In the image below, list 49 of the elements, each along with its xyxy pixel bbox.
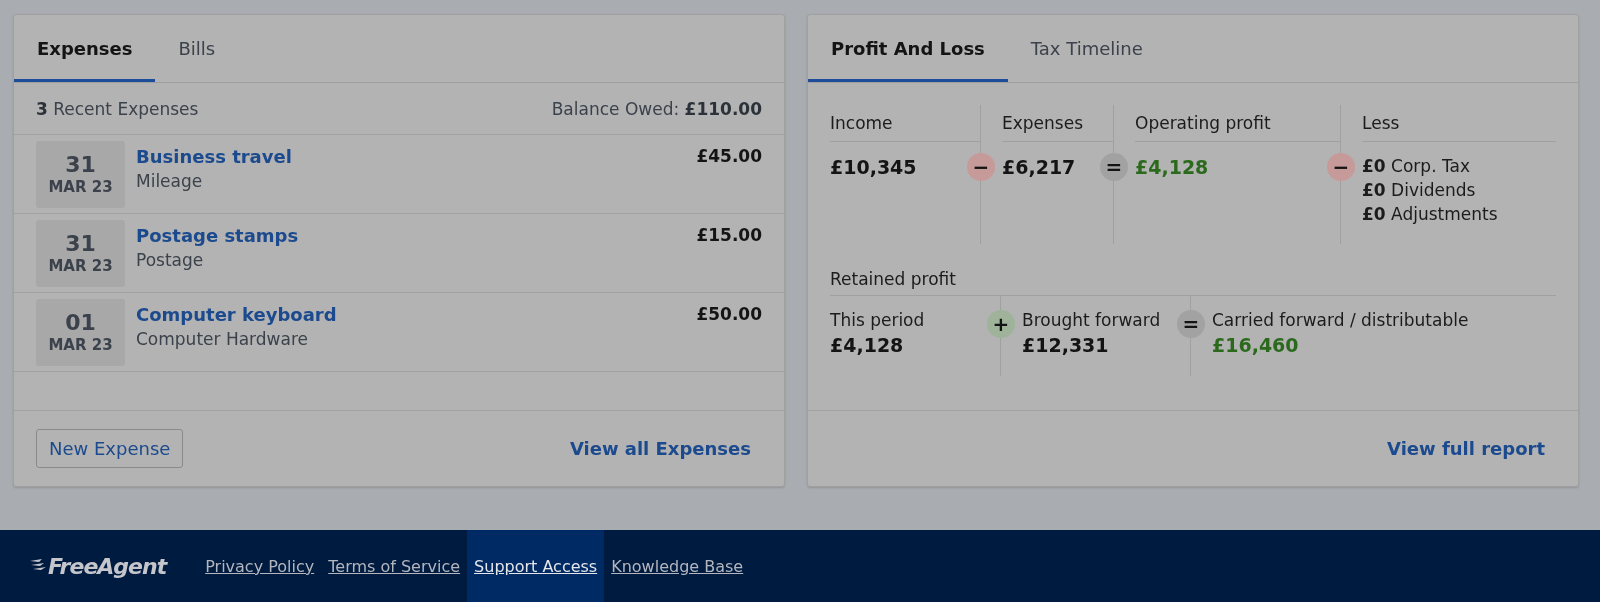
footer-link[interactable]: Terms of Service — [321, 530, 468, 602]
view-report-link[interactable]: View full report — [1387, 438, 1545, 459]
expense-amount: £15.00 — [696, 224, 762, 245]
date-badge: 01 MAR 23 — [36, 299, 125, 366]
expense-count: 3 Recent Expenses — [36, 98, 199, 119]
column-heading: Income — [830, 105, 980, 142]
minus-icon: − — [1327, 153, 1355, 181]
expense-link[interactable]: Postage stamps — [136, 225, 299, 246]
equals-icon: = — [1177, 310, 1205, 338]
expense-amount: £45.00 — [696, 145, 762, 166]
amount-label: Carried forward / distributable — [1212, 310, 1470, 330]
section-heading: Retained profit — [830, 262, 1556, 296]
logo[interactable]: FreeAgent — [48, 553, 167, 579]
footer-link[interactable]: Knowledge Base — [604, 530, 751, 602]
amount-value: £6,217 — [1002, 156, 1077, 178]
amount-value: £4,128 — [1135, 156, 1210, 178]
deduction-item: £0 Dividends — [1362, 180, 1477, 200]
minus-icon: − — [967, 153, 995, 181]
amount-value: £4,128 — [830, 334, 905, 356]
wing-icon — [30, 559, 46, 573]
amount-value: £16,460 — [1212, 334, 1300, 356]
column-heading: Less — [1362, 105, 1556, 142]
column-heading: Expenses — [1002, 105, 1113, 142]
expense-category: Computer Hardware — [136, 329, 309, 349]
deduction-item: £0 Adjustments — [1362, 204, 1499, 224]
date-badge: 31 MAR 23 — [36, 141, 125, 208]
date-badge: 31 MAR 23 — [36, 220, 125, 287]
equals-icon: = — [1100, 153, 1128, 181]
tab[interactable]: Bills — [155, 15, 239, 82]
footer-link[interactable]: Support Access — [467, 530, 605, 602]
amount-value: £12,331 — [1022, 334, 1110, 356]
tab[interactable]: Tax Timeline — [1007, 15, 1166, 82]
expense-link[interactable]: Computer keyboard — [136, 304, 337, 325]
expense-amount: £50.00 — [696, 303, 762, 324]
view-all-link[interactable]: View all Expenses — [569, 438, 751, 459]
deduction-item: £0 Corp. Tax — [1362, 156, 1471, 176]
tab[interactable]: Expenses — [14, 15, 156, 82]
tab[interactable]: Profit And Loss — [808, 15, 1008, 82]
expense-category: Postage — [136, 250, 205, 270]
expense-category: Mileage — [136, 171, 204, 191]
expense-link[interactable]: Business travel — [136, 146, 292, 167]
new-expense-button[interactable]: New Expense — [36, 429, 184, 468]
plus-icon: + — [987, 310, 1015, 338]
column-heading: Operating profit — [1135, 105, 1340, 142]
footer-link[interactable]: Privacy Policy — [198, 530, 322, 602]
amount-label: This period — [830, 310, 926, 330]
amount-label: Brought forward — [1022, 310, 1162, 330]
amount-value: £10,345 — [830, 156, 918, 178]
balance-owed: Balance Owed: £110.00 — [551, 98, 762, 119]
